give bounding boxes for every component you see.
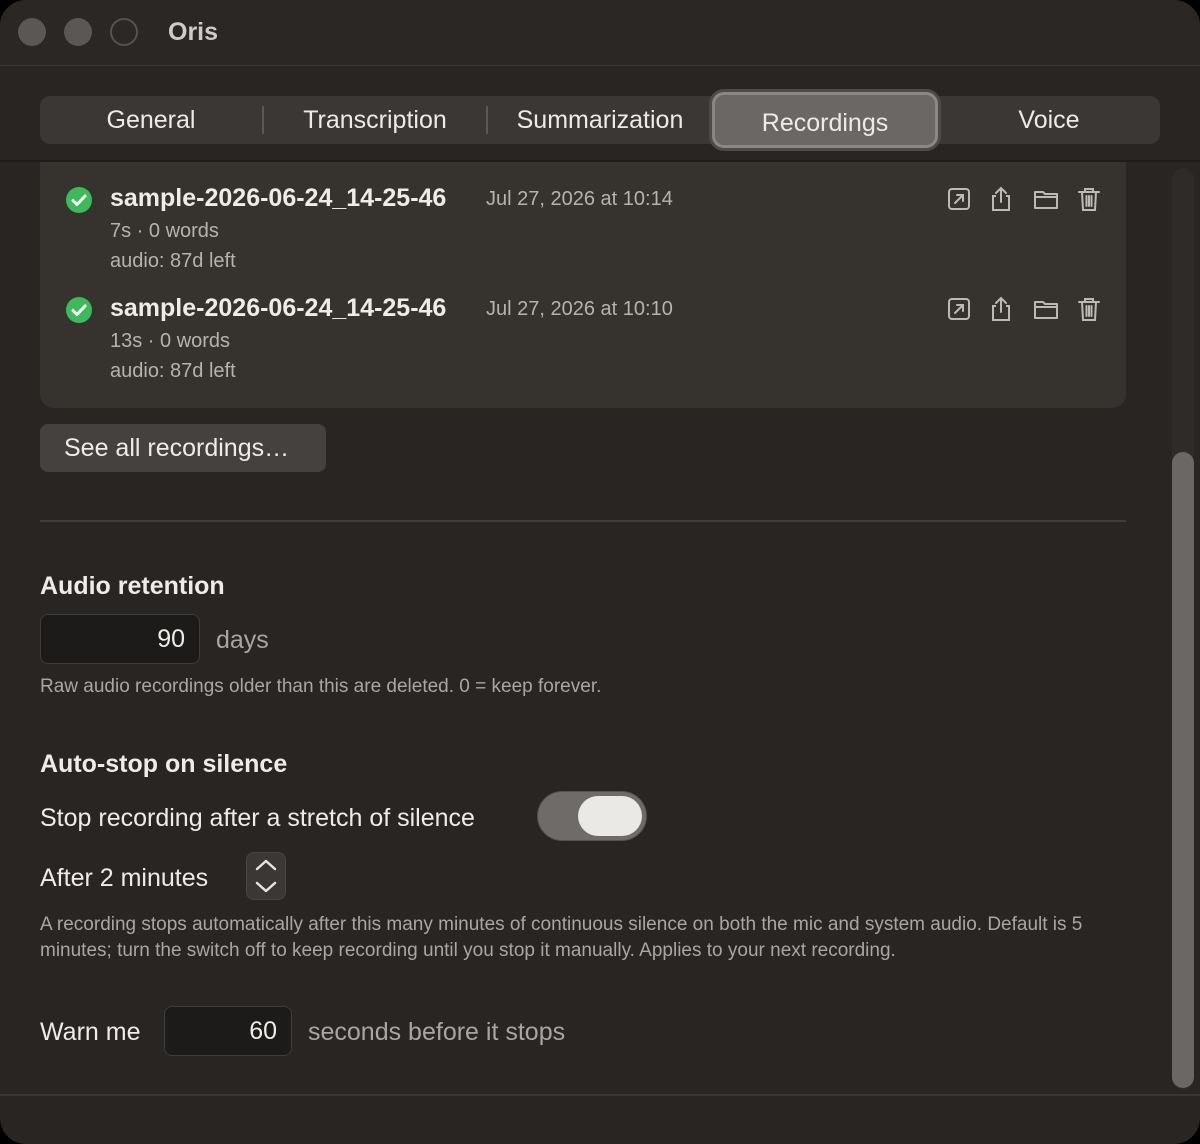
auto-stop-heading: Auto-stop on silence [40,750,288,778]
see-all-recordings-button[interactable]: See all recordings… [40,424,326,472]
open-icon[interactable] [946,296,972,322]
recording-date: Jul 27, 2026 at 10:14 [486,188,673,210]
recording-meta: 7s · 0 words [110,220,219,242]
retention-help-text: Raw audio recordings older than this are… [40,676,602,697]
trash-icon[interactable] [1076,186,1102,212]
warn-me-label: Warn me [40,1018,141,1046]
after-minutes-label: After 2 minutes [40,864,209,892]
recording-meta: 13s · 0 words [110,330,231,352]
close-window-button[interactable] [18,18,46,46]
recording-name: sample-2026-06-24_14-25-46 [110,294,447,322]
tab-transcription[interactable]: Transcription [264,96,486,144]
minimize-window-button[interactable] [64,18,92,46]
scrollbar-thumb[interactable] [1172,452,1194,1088]
share-icon[interactable] [988,186,1014,212]
retention-days-input[interactable]: 90 [40,614,200,664]
recording-date: Jul 27, 2026 at 10:10 [486,298,673,320]
tab-general[interactable]: General [40,96,262,144]
checkmark-icon [66,297,92,323]
chevron-up-icon[interactable] [253,856,279,874]
recording-name: sample-2026-06-24_14-25-46 [110,184,447,212]
window-title: Oris [168,18,219,46]
folder-icon[interactable] [1032,186,1060,212]
open-icon[interactable] [946,186,972,212]
folder-icon[interactable] [1032,296,1060,322]
retention-unit-label: days [216,626,269,654]
auto-stop-help-text: A recording stops automatically after th… [40,914,1083,961]
recording-audio-retention: audio: 87d left [110,360,236,382]
chevron-down-icon[interactable] [253,878,279,896]
recording-audio-retention: audio: 87d left [110,250,236,272]
settings-window: Oris General Transcription Summarization… [0,0,1200,1144]
recordings-list: sample-2026-06-24_14-25-46 Jul 27, 2026 … [40,162,1126,408]
recording-row[interactable]: sample-2026-06-24_14-25-46 Jul 27, 2026 … [40,162,1126,272]
share-icon[interactable] [988,296,1014,322]
auto-stop-toggle-label: Stop recording after a stretch of silenc… [40,804,475,832]
audio-retention-heading: Audio retention [40,572,225,600]
zoom-window-button[interactable] [110,18,138,46]
footer-divider [0,1094,1200,1096]
warn-seconds-input[interactable]: 60 [164,1006,292,1056]
tab-voice[interactable]: Voice [938,96,1160,144]
title-bar: Oris [0,0,1200,66]
minutes-stepper[interactable] [246,852,286,900]
checkmark-icon [66,187,92,213]
recording-row[interactable]: sample-2026-06-24_14-25-46 Jul 27, 2026 … [40,272,1126,382]
trash-icon[interactable] [1076,296,1102,322]
tab-recordings[interactable]: Recordings [712,92,938,148]
auto-stop-toggle[interactable] [538,792,646,840]
section-divider [40,520,1126,522]
tab-bar: General Transcription Summarization Reco… [40,92,1160,148]
toggle-knob [578,796,642,836]
warn-unit-label: seconds before it stops [308,1018,566,1046]
tab-summarization[interactable]: Summarization [488,96,712,144]
